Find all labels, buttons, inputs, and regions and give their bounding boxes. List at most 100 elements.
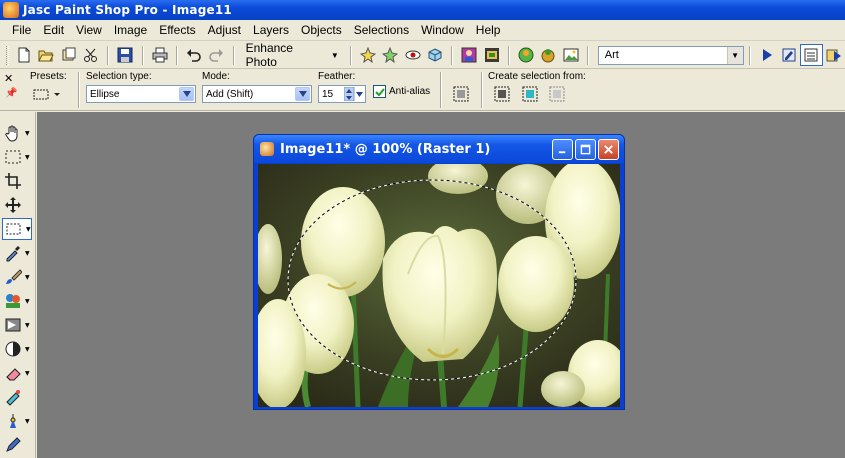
one-step-photo-fix-icon[interactable] [357,44,379,66]
pin-icon[interactable]: 📌 [5,88,17,99]
mode-select[interactable]: Add (Shift) [202,85,312,103]
chevron-down-icon[interactable] [295,87,310,101]
color-replacer-icon [5,318,21,332]
menu-layers[interactable]: Layers [247,23,295,37]
chevron-down-icon: ▼ [330,50,339,60]
move-tool[interactable] [2,194,32,216]
options-separator [78,72,80,108]
chevron-down-icon: ▼ [25,321,30,329]
toolbar-separator [349,45,352,65]
picture-tube-tool[interactable] [2,386,32,408]
open-folder-icon[interactable] [35,44,57,66]
replace-color-tool[interactable]: ▼ [2,314,32,336]
menu-adjust[interactable]: Adjust [202,23,247,37]
close-icon[interactable]: ✕ [4,72,13,85]
chevron-down-icon: ▼ [25,297,30,305]
filmstrip-icon[interactable] [480,44,502,66]
save-disk-icon[interactable] [114,44,136,66]
spinner-arrows-icon[interactable] [344,87,364,101]
clone-brush-tool[interactable]: ▼ [2,290,32,312]
move-arrows-icon [5,197,21,213]
dodge-burn-icon [5,341,21,357]
eyedropper-icon [6,246,20,262]
selection-from-opaque-icon[interactable] [521,85,539,103]
dropper-tool[interactable]: ▼ [2,242,32,264]
maximize-button[interactable] [575,139,596,160]
selection-from-layer-icon[interactable] [493,85,511,103]
clone-stamp-icon [6,294,20,308]
layers-palette-icon[interactable] [537,44,559,66]
menu-view[interactable]: View [70,23,108,37]
dotted-rect-icon [5,150,21,164]
eraser-icon [6,368,21,381]
redo-icon[interactable] [205,44,227,66]
mode-label: Mode: [202,71,230,82]
presets-dropdown[interactable] [32,85,62,103]
selection-pick-tool[interactable]: ▼ [2,146,32,168]
chevron-down-icon[interactable] [179,87,194,101]
app-icon [3,2,19,18]
feather-spinner[interactable]: 15 [318,85,366,103]
create-selection-label: Create selection from: [488,71,586,82]
document-icon [260,142,274,156]
dodge-tool[interactable]: ▼ [2,338,32,360]
image-canvas[interactable] [258,164,620,407]
script-options-icon[interactable] [800,44,823,66]
chevron-down-icon: ▼ [25,129,30,137]
close-button[interactable] [598,139,619,160]
draw-tool[interactable] [2,434,32,456]
toolbar-separator [141,45,144,65]
browse-icon[interactable] [58,44,80,66]
options-separator [481,72,483,108]
crop-tool[interactable] [2,170,32,192]
antialias-checkbox[interactable] [373,85,386,98]
menu-help[interactable]: Help [470,23,507,37]
options-separator [440,72,442,108]
toolbar-separator [586,45,589,65]
eraser-tool[interactable]: ▼ [2,362,32,384]
print-icon[interactable] [149,44,171,66]
menu-selections[interactable]: Selections [348,23,415,37]
3d-cube-icon[interactable] [424,44,446,66]
script-edit-icon[interactable] [778,44,800,66]
chevron-down-icon: ▼ [25,273,30,281]
selection-type-select[interactable]: Ellipse [86,85,196,103]
cut-scissors-icon[interactable] [80,44,102,66]
image-window[interactable]: Image11* @ 100% (Raster 1) [253,134,625,410]
new-file-icon[interactable] [13,44,35,66]
select-all-icon[interactable] [452,85,470,103]
toolbar-grip[interactable] [6,45,9,65]
run-script-icon[interactable] [823,44,845,66]
pan-tool[interactable]: ▼ [2,122,32,144]
tool-options-bar: ✕ 📌 Presets: Selection type: Ellipse Mod… [0,69,845,111]
menu-file[interactable]: File [6,23,37,37]
chevron-down-icon: ▼ [25,417,30,425]
toolbar-separator [748,45,751,65]
portrait-icon[interactable] [458,44,480,66]
chevron-down-icon: ▼ [25,153,30,161]
menu-edit[interactable]: Edit [37,23,70,37]
red-eye-icon[interactable] [401,44,423,66]
selection-from-mask-icon[interactable] [548,85,566,103]
paint-brush-tool[interactable]: ▼ [2,266,32,288]
overview-palette-icon[interactable] [559,44,581,66]
menu-window[interactable]: Window [415,23,470,37]
selection-tool[interactable]: ▼ [2,218,32,240]
paintbrush-icon [6,269,22,284]
clarify-icon[interactable] [379,44,401,66]
flood-fill-tool[interactable]: ▼ [2,410,32,432]
menu-effects[interactable]: Effects [153,23,201,37]
toolbar-separator [507,45,510,65]
menu-objects[interactable]: Objects [295,23,348,37]
materials-palette-icon[interactable] [515,44,537,66]
menu-image[interactable]: Image [108,23,153,37]
mode-value: Add (Shift) [206,88,254,100]
play-script-icon[interactable] [756,44,778,66]
toolbar-separator [175,45,178,65]
hand-icon [5,125,18,142]
enhance-photo-menu[interactable]: Enhance Photo ▼ [240,41,345,69]
undo-icon[interactable] [183,44,205,66]
workspace-select[interactable]: Art ▼ [597,45,744,65]
minimize-button[interactable] [552,139,573,160]
chevron-down-icon[interactable]: ▼ [726,46,743,64]
